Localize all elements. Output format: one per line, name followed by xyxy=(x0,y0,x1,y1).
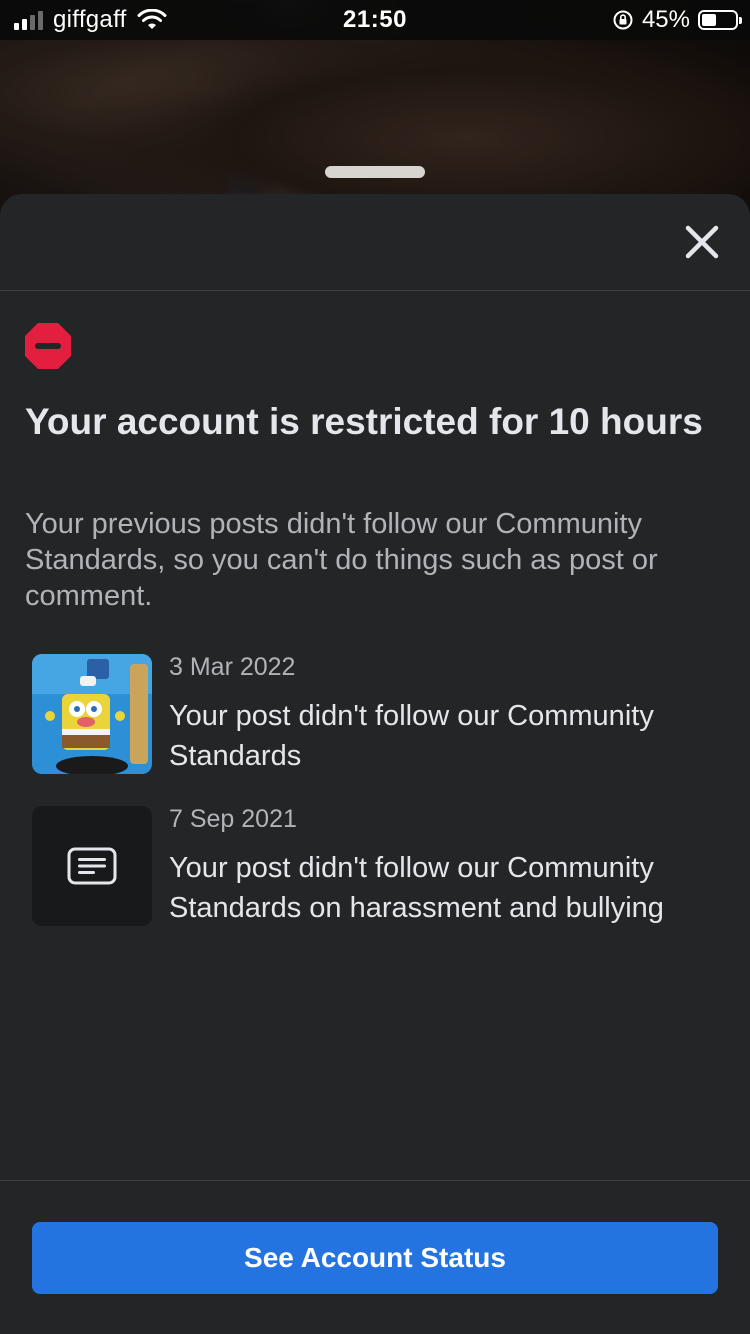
page-title: Your account is restricted for 10 hours xyxy=(25,401,703,442)
restriction-description: Your previous posts didn't follow our Co… xyxy=(25,508,658,612)
violation-message: Your post didn't follow our Community St… xyxy=(169,852,664,924)
see-account-status-button[interactable]: See Account Status xyxy=(32,1222,718,1294)
battery-percent: 45% xyxy=(641,6,690,33)
sheet-grabber-handle[interactable] xyxy=(325,166,425,178)
close-button[interactable] xyxy=(682,222,722,262)
restriction-sheet: Your account is restricted for 10 hours … xyxy=(0,194,750,1334)
battery-icon xyxy=(698,10,742,30)
status-bar: giffgaff 21:50 45% xyxy=(0,0,750,40)
stop-sign-icon xyxy=(25,323,71,369)
spongebob-image xyxy=(32,654,152,774)
rotation-lock-icon xyxy=(613,10,633,30)
close-icon xyxy=(685,225,719,259)
violation-text: 3 Mar 2022 Your post didn't follow our C… xyxy=(169,652,709,776)
violation-text: 7 Sep 2021 Your post didn't follow our C… xyxy=(169,804,709,928)
text-post-icon xyxy=(67,847,117,885)
sheet-header xyxy=(0,194,750,291)
violation-date: 7 Sep 2021 xyxy=(169,805,297,833)
violation-message: Your post didn't follow our Community St… xyxy=(169,700,654,772)
footer-divider xyxy=(0,1180,750,1181)
violation-date: 3 Mar 2022 xyxy=(169,653,296,681)
post-thumbnail xyxy=(32,806,152,926)
post-thumbnail xyxy=(32,654,152,774)
